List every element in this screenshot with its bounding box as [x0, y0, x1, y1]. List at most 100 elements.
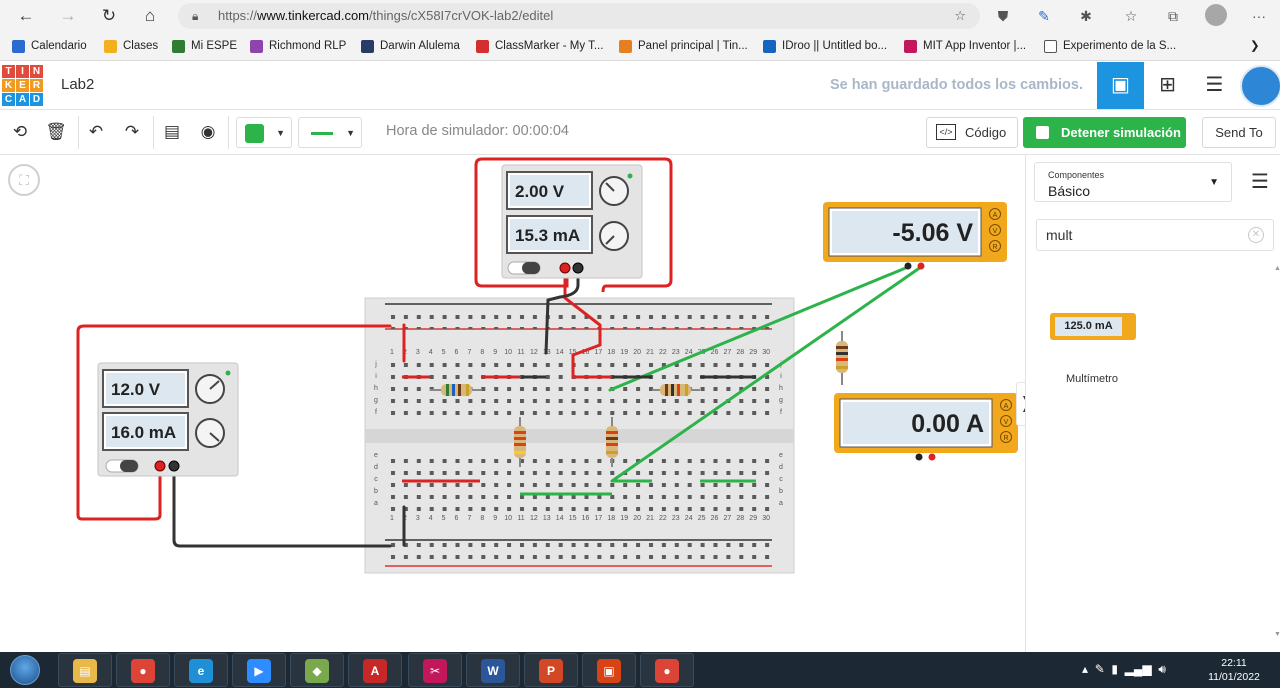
breadboard-column-number: 19 — [620, 349, 628, 356]
mode-label: R — [992, 244, 997, 251]
breadboard-column-number: 3 — [416, 515, 420, 522]
taskbar-app-chrome-profile[interactable]: ● — [640, 653, 694, 687]
bookmark-favicon-icon — [361, 40, 374, 53]
breadboard-column-number: 27 — [724, 349, 732, 356]
components-dropdown[interactable]: Componentes Básico ▼ — [1034, 162, 1232, 202]
list-view-icon[interactable]: ☰ — [1251, 169, 1269, 194]
taskbar-app-snipping[interactable]: ✂ — [408, 653, 462, 687]
home-icon[interactable]: ⌂ — [138, 4, 162, 28]
taskbar-app-word[interactable]: W — [466, 653, 520, 687]
shield-icon[interactable]: ⛊ — [992, 5, 1014, 27]
favorites-icon[interactable]: ☆ — [1120, 5, 1142, 27]
circuit-view-icon[interactable]: ▣ — [1097, 62, 1144, 109]
circuit-canvas[interactable]: ⛶ 1 1 2 2 3 3 4 4 5 5 6 6 7 7 8 8 9 9 10 10 11 11 12 12 13 13 14 14… — [0, 155, 1025, 652]
project-title[interactable]: Lab2 — [61, 76, 94, 93]
breadboard-row-letter: c — [779, 476, 783, 483]
taskbar-app-powerpoint[interactable]: P — [524, 653, 578, 687]
components-label: Componentes — [1048, 170, 1105, 180]
bookmark-item[interactable]: Richmond RLP — [250, 38, 346, 55]
visibility-icon[interactable]: ◉ — [196, 120, 220, 144]
send-to-button[interactable]: Send To — [1202, 117, 1276, 148]
favorite-add-icon[interactable]: ☆ — [954, 3, 966, 29]
bookmark-label: Clases — [123, 40, 159, 52]
breadboard-column-number: 5 — [442, 515, 446, 522]
bookmark-favicon-icon — [172, 40, 185, 53]
start-button[interactable] — [4, 653, 46, 687]
resistor[interactable] — [836, 331, 848, 385]
scroll-up-icon[interactable]: ▲ — [1274, 265, 1280, 272]
pdf-icon: ▣ — [597, 659, 621, 683]
url-prefix: https:// — [218, 8, 258, 23]
code-button[interactable]: </> Código — [926, 117, 1018, 148]
color-picker[interactable]: ▼ — [236, 117, 292, 148]
notes-icon[interactable]: ▤ — [160, 120, 184, 144]
clock[interactable]: 22:11 11/01/2022 — [1203, 656, 1265, 684]
schematic-view-icon[interactable]: ⊞ — [1144, 62, 1191, 109]
bookmark-item[interactable]: Panel principal | Tin... — [619, 38, 748, 55]
taskbar-app-sketchup[interactable]: ◆ — [290, 653, 344, 687]
bookmarks-overflow-icon[interactable]: ❯ — [1250, 38, 1260, 55]
bookmark-item[interactable]: Darwin Alulema — [361, 38, 460, 55]
breadboard-column-number: 21 — [646, 349, 654, 356]
wire-type-picker[interactable]: ▼ — [298, 117, 362, 148]
taskbar-app-explorer[interactable]: ▤ — [58, 653, 112, 687]
breadboard-column-number: 20 — [633, 349, 641, 356]
system-tray[interactable]: ▴ ✎ ▮ ▂▄▆ 🔊︎ — [1082, 662, 1166, 677]
taskbar-app-zoom[interactable]: ▶ — [232, 653, 286, 687]
bookmark-item[interactable]: Calendario — [12, 38, 87, 55]
taskbar-app-chrome[interactable]: ● — [116, 653, 170, 687]
multimeter-component[interactable]: 125.0 mA — [1048, 310, 1140, 346]
bookmarks-bar: Calendario Clases Mi ESPE Richmond RLP Darwi… — [0, 32, 1280, 61]
breadboard-column-number: 29 — [749, 515, 757, 522]
color-swatch — [245, 124, 264, 143]
snipping-icon: ✂ — [423, 659, 447, 683]
undo-icon[interactable]: ↶ — [84, 120, 108, 144]
bookmark-favicon-icon — [619, 40, 632, 53]
breadboard-row-letter: b — [779, 488, 783, 495]
chrome-profile-icon: ● — [655, 659, 679, 683]
scroll-down-icon[interactable]: ▼ — [1274, 631, 1280, 638]
bookmark-item[interactable]: Clases — [104, 38, 158, 55]
breadboard-column-number: 18 — [607, 515, 615, 522]
breadboard-row-letter: e — [779, 452, 783, 459]
taskbar-app-pdf[interactable]: ▣ — [582, 653, 636, 687]
breadboard-column-number: 10 — [504, 349, 512, 356]
bookmark-item[interactable]: ClassMarker - My T... — [476, 38, 603, 55]
profile-avatar[interactable] — [1205, 4, 1227, 26]
save-status: Se han guardado todos los cambios. — [830, 77, 1083, 93]
rotate-icon[interactable]: ⟲ — [8, 120, 32, 144]
tinkercad-logo[interactable]: TIN KER CAD — [2, 65, 44, 107]
edge-icon: e — [189, 659, 213, 683]
breadboard-column-number: 20 — [633, 515, 641, 522]
clear-icon[interactable]: ✕ — [1248, 227, 1264, 243]
extensions-icon[interactable]: ✱ — [1075, 5, 1097, 27]
bookmark-item[interactable]: Mi ESPE — [172, 38, 237, 55]
breadboard-column-number: 19 — [620, 515, 628, 522]
taskbar-app-acrobat[interactable]: A — [348, 653, 402, 687]
stop-simulation-button[interactable]: Detener simulación — [1023, 117, 1186, 148]
bookmark-item[interactable]: MIT App Inventor |... — [904, 38, 1026, 55]
component-list-icon[interactable]: ☰ — [1191, 62, 1238, 109]
collections-icon[interactable]: ⧉ — [1162, 5, 1184, 27]
pen-extension-icon[interactable]: ✎ — [1033, 5, 1055, 27]
component-search-input[interactable]: mult ✕ — [1036, 219, 1274, 251]
breadboard-row-letter: h — [779, 385, 783, 392]
breadboard-row-letter: c — [374, 476, 378, 483]
breadboard-column-number: 6 — [455, 515, 459, 522]
breadboard-column-number: 14 — [556, 515, 564, 522]
delete-icon[interactable]: 🗑︎ — [44, 120, 68, 144]
stop-icon — [1036, 126, 1049, 139]
redo-icon[interactable]: ↷ — [120, 120, 144, 144]
reload-icon[interactable]: ↻ — [97, 4, 121, 28]
psu-voltage-readout: 2.00 V — [515, 182, 565, 201]
breadboard-row-letter: e — [374, 452, 378, 459]
address-bar[interactable]: 🔒︎ https://www.tinkercad.com/things/cX58… — [178, 3, 980, 29]
forward-icon[interactable]: → — [56, 4, 80, 28]
back-icon[interactable]: ← — [14, 4, 38, 28]
breadboard-column-number: 22 — [659, 349, 667, 356]
user-avatar[interactable] — [1240, 65, 1280, 107]
bookmark-item[interactable]: Experimento de la S... — [1044, 38, 1176, 55]
taskbar-app-edge[interactable]: e — [174, 653, 228, 687]
bookmark-item[interactable]: IDroo || Untitled bo... — [763, 38, 887, 55]
more-menu-icon[interactable]: ··· — [1248, 5, 1270, 27]
